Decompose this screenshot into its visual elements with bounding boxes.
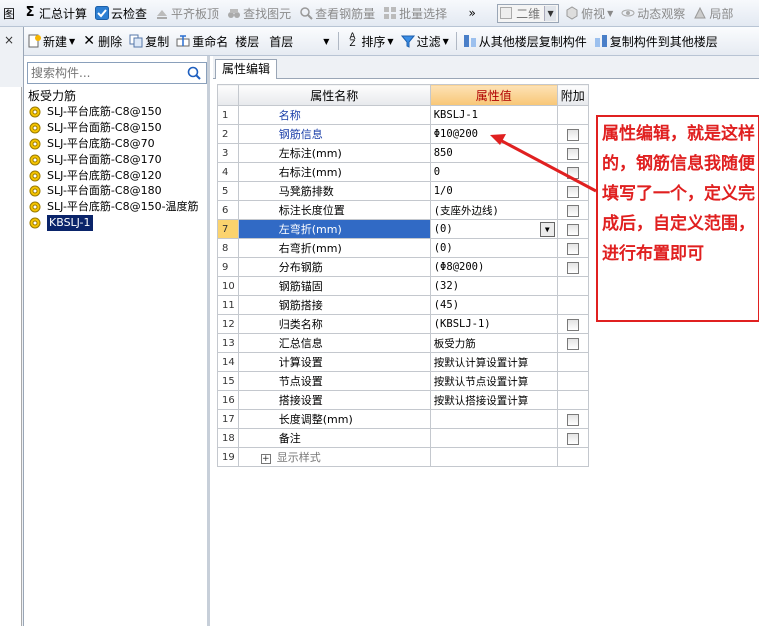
annotation-callout: 属性编辑，就是这样的，钢筋信息我随便填写了一个，定义完成后，自定义范围，进行布置… <box>596 115 759 322</box>
